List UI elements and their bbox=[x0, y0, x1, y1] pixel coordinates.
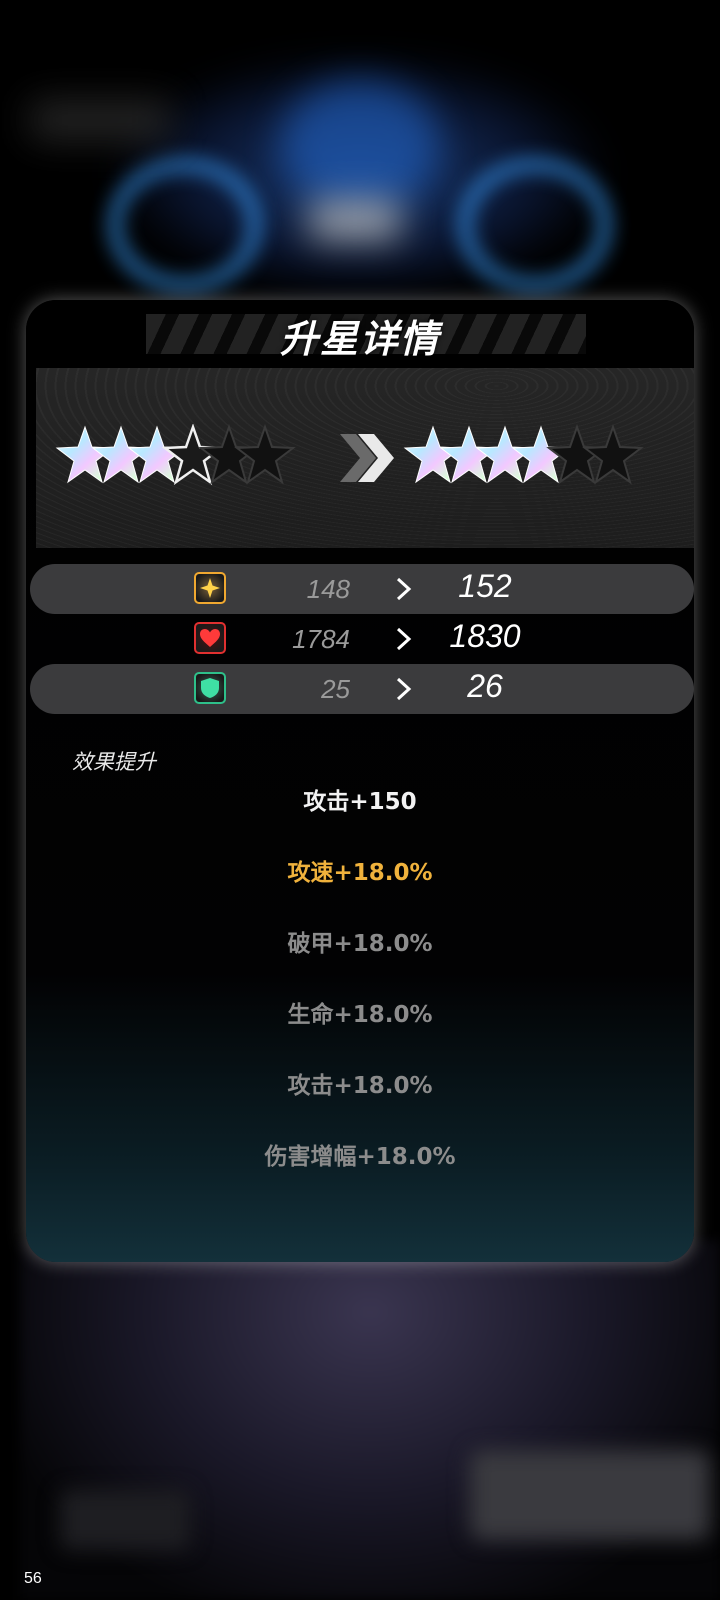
dialog-header: 升星详情 bbox=[26, 300, 694, 368]
attack-star-icon bbox=[194, 572, 226, 604]
star-upgrade-dialog: 升星详情 148 152 1784 1830 25 26 效果提升 攻击+150 攻速+18… bbox=[26, 300, 694, 1262]
bg-label bbox=[310, 200, 400, 240]
stat-new-value: 1830 bbox=[449, 618, 521, 654]
double-chevron-right-icon bbox=[340, 434, 394, 482]
stat-old-value: 148 bbox=[306, 574, 350, 604]
shield-icon bbox=[194, 672, 226, 704]
dialog-title: 升星详情 bbox=[279, 317, 440, 361]
bg-small-button bbox=[60, 1490, 190, 1550]
effect-section-label: 效果提升 bbox=[72, 750, 156, 774]
fps-counter: 56 bbox=[24, 1570, 42, 1587]
stat-new-value: 152 bbox=[458, 568, 512, 604]
stat-row: 148 152 bbox=[30, 564, 694, 614]
heart-icon bbox=[194, 622, 226, 654]
empty-star-icon bbox=[582, 424, 644, 485]
bg-text bbox=[30, 100, 170, 140]
effect-item: 生命+18.0% bbox=[287, 1002, 433, 1028]
chevron-right-icon bbox=[396, 627, 412, 651]
effect-item: 攻击+150 bbox=[303, 789, 417, 815]
effect-item: 伤害增幅+18.0% bbox=[264, 1144, 456, 1170]
effect-item: 攻速+18.0% bbox=[287, 860, 433, 886]
bg-glow-center bbox=[280, 80, 440, 210]
star-comparison bbox=[36, 368, 694, 548]
bg-ring-left bbox=[110, 160, 260, 290]
stat-row: 25 26 bbox=[30, 664, 694, 714]
stat-old-value: 25 bbox=[321, 674, 350, 704]
bg-confirm-button bbox=[470, 1450, 710, 1540]
effect-item: 攻击+18.0% bbox=[287, 1073, 433, 1099]
stat-old-value: 1784 bbox=[292, 624, 350, 654]
bg-ring-right bbox=[460, 160, 610, 290]
chevron-right-icon bbox=[396, 677, 412, 701]
empty-star-icon bbox=[234, 424, 296, 485]
stat-new-value: 26 bbox=[467, 668, 503, 704]
stat-row: 1784 1830 bbox=[30, 614, 694, 664]
effect-item: 破甲+18.0% bbox=[287, 931, 433, 957]
chevron-right-icon bbox=[396, 577, 412, 601]
